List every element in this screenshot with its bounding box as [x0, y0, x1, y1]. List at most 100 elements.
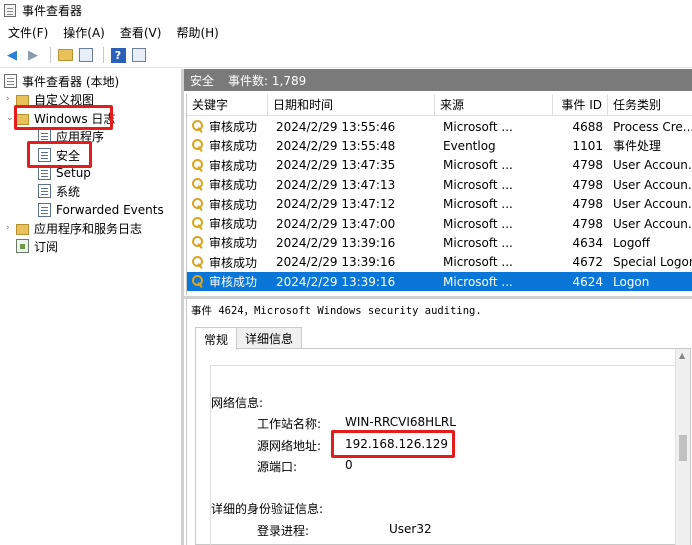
tree-root[interactable]: 事件查看器 (本地) [4, 72, 119, 90]
cell-task-category: Logoff [613, 235, 651, 250]
table-row[interactable]: 审核成功 2024/2/29 13:39:16 Microsoft ... 4624 L… [187, 272, 692, 292]
menu-help[interactable]: 帮助(H) [176, 24, 218, 41]
pane-header: 安全 事件数: 1,789 [184, 69, 692, 91]
cell-keyword: 审核成功 [192, 117, 257, 136]
cell-source: Microsoft ... [443, 274, 513, 289]
logon-process-value: User32 [389, 522, 432, 536]
keyword-text: 审核成功 [209, 255, 258, 270]
table-row[interactable]: 审核成功 2024/2/29 13:47:00 Microsoft ... 4798 U… [187, 214, 692, 233]
folder-icon [16, 94, 29, 106]
table-row[interactable]: 审核成功 2024/2/29 13:47:12 Microsoft ... 4798 U… [187, 195, 692, 214]
table-row[interactable]: 审核成功 2024/2/29 13:39:16 Microsoft ... 4634 L… [187, 233, 692, 252]
menu-bar: 文件(F) 操作(A) 查看(V) 帮助(H) [0, 22, 692, 42]
cell-event-id: 4798 [572, 216, 603, 231]
cell-keyword: 审核成功 [192, 175, 257, 194]
forward-arrow-icon[interactable]: ▶ [24, 46, 42, 64]
col-header-datetime[interactable]: 日期和时间 [268, 94, 435, 116]
cell-keyword: 审核成功 [192, 253, 257, 272]
keyword-text: 审核成功 [209, 275, 258, 290]
workstation-label: 工作站名称: [257, 417, 322, 431]
cell-source: Microsoft ... [443, 255, 513, 270]
event-viewer-app-icon [4, 4, 16, 17]
cell-datetime: 2024/2/29 13:55:46 [276, 119, 396, 134]
cell-datetime: 2024/2/29 13:39:16 [276, 255, 396, 270]
properties-icon[interactable] [130, 46, 148, 64]
log-icon [38, 203, 51, 217]
event-detail-pane: 事件 4624，Microsoft Windows security audit… [186, 299, 692, 545]
tree-subscriptions[interactable]: 订阅 [16, 237, 58, 255]
keyword-text: 审核成功 [209, 217, 258, 231]
keyword-text: 审核成功 [209, 236, 258, 251]
scrollbar-thumb[interactable] [679, 435, 687, 461]
key-icon [192, 236, 204, 249]
event-viewer-icon [4, 74, 17, 88]
tab-details[interactable]: 详细信息 [236, 327, 303, 349]
cell-task-category: User Accoun... [613, 197, 692, 212]
workstation-value: WIN-RRCVI68HLRL [345, 415, 456, 429]
source-port-label: 源端口: [257, 460, 298, 474]
tab-general[interactable]: 常规 [195, 327, 238, 350]
window-title: 事件查看器 [22, 4, 83, 18]
source-port-value: 0 [345, 458, 353, 472]
cell-datetime: 2024/2/29 13:47:35 [276, 158, 396, 173]
cell-event-id: 1101 [572, 138, 603, 153]
cell-task-category: Process Cre... [613, 119, 692, 134]
keyword-text: 审核成功 [209, 197, 258, 212]
highlight-source-address [331, 430, 455, 458]
cell-keyword: 审核成功 [192, 136, 257, 155]
network-info-label: 网络信息: [211, 396, 264, 410]
menu-action[interactable]: 操作(A) [63, 24, 105, 41]
keyword-text: 审核成功 [209, 139, 258, 154]
folder-up-icon[interactable] [56, 46, 74, 64]
cell-source: Microsoft ... [443, 177, 513, 192]
col-header-source[interactable]: 来源 [435, 94, 553, 116]
tree-app-services[interactable]: › 应用程序和服务日志 [6, 219, 142, 237]
menu-file[interactable]: 文件(F) [8, 24, 48, 41]
event-detail-title: 事件 4624，Microsoft Windows security audit… [191, 305, 482, 317]
tree-system[interactable]: 系统 [38, 182, 80, 200]
events-table: 关键字 日期和时间 来源 事件 ID 任务类别 审核成功 2024/2/29 13… [186, 94, 692, 295]
cell-task-category: User Accoun... [613, 177, 692, 192]
tree-forwarded-events[interactable]: Forwarded Events [38, 201, 164, 219]
highlight-security [27, 141, 92, 168]
auth-info-label: 详细的身份验证信息: [211, 502, 324, 516]
keyword-text: 审核成功 [209, 120, 258, 134]
key-icon [192, 139, 204, 152]
table-row[interactable]: 审核成功 2024/2/29 13:55:48 Eventlog 1101 事件处理 [187, 136, 692, 155]
cell-event-id: 4798 [572, 197, 603, 212]
scroll-up-icon[interactable]: ▲ [679, 351, 685, 360]
cell-event-id: 4634 [572, 235, 603, 250]
cell-keyword: 审核成功 [192, 156, 257, 175]
cell-datetime: 2024/2/29 13:47:12 [276, 197, 396, 212]
event-description: · · · · · · · · · · · · · · · · 网络信息: 工作… [210, 365, 676, 545]
cell-source: Eventlog [443, 138, 496, 153]
chevron-right-icon[interactable]: › [6, 94, 16, 104]
cell-task-category: User Accoun... [613, 216, 692, 231]
cell-event-id: 4688 [572, 119, 603, 134]
help-icon[interactable]: ? [109, 46, 127, 64]
console-tree-icon[interactable] [77, 46, 95, 64]
table-row[interactable]: 审核成功 2024/2/29 13:47:13 Microsoft ... 4798 U… [187, 175, 692, 194]
cell-keyword: 审核成功 [192, 214, 257, 233]
back-arrow-icon[interactable]: ◀ [3, 46, 21, 64]
cell-source: Microsoft ... [443, 197, 513, 212]
table-row[interactable]: 审核成功 2024/2/29 13:39:16 Microsoft ... 4672 S… [187, 253, 692, 272]
col-header-event-id[interactable]: 事件 ID [553, 94, 608, 116]
cell-task-category: User Accoun... [613, 158, 692, 173]
detail-tabs: 常规 详细信息 [195, 327, 303, 350]
cell-datetime: 2024/2/29 13:47:13 [276, 177, 396, 192]
cell-datetime: 2024/2/29 13:55:48 [276, 138, 396, 153]
col-header-task-category[interactable]: 任务类别 [608, 94, 692, 116]
cell-event-id: 4672 [572, 255, 603, 270]
col-header-keyword[interactable]: 关键字 [187, 94, 268, 116]
menu-view[interactable]: 查看(V) [120, 24, 162, 41]
cell-keyword: 审核成功 [192, 195, 257, 214]
chevron-right-icon[interactable]: › [6, 223, 16, 233]
cell-event-id: 4798 [572, 177, 603, 192]
key-icon [192, 158, 204, 172]
title-bar: 事件查看器 [0, 0, 692, 21]
table-row[interactable]: 审核成功 2024/2/29 13:55:46 Microsoft ... 4688 P… [187, 117, 692, 136]
key-icon [192, 255, 204, 269]
table-row[interactable]: 审核成功 2024/2/29 13:47:35 Microsoft ... 4798 U… [187, 156, 692, 175]
detail-scrollbar[interactable]: ▲ [675, 349, 690, 545]
